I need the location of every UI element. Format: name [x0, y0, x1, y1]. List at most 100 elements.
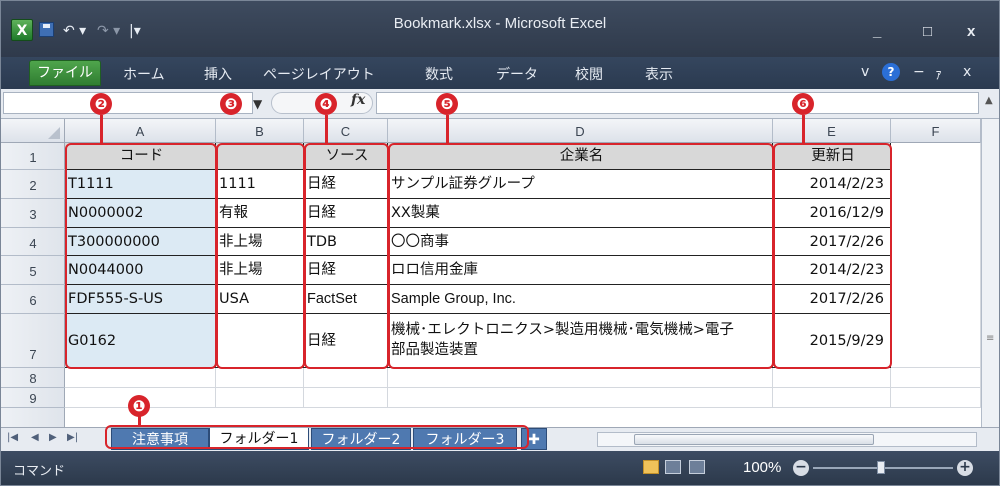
prev-sheet-icon[interactable]: ◀ [31, 432, 39, 443]
close-button[interactable]: x [967, 23, 975, 40]
row-header-9[interactable]: 9 [1, 388, 65, 408]
cell-e9[interactable] [773, 388, 891, 408]
cell-d5[interactable]: ロロ信用金庫 [388, 256, 773, 285]
cell-e8[interactable] [773, 368, 891, 388]
cell-d7[interactable]: 機械･エレクトロニクス>製造用機械･電気機械>電子部品製造装置 [388, 314, 773, 368]
cell-b6[interactable]: USA [216, 285, 304, 314]
formula-input[interactable] [376, 92, 979, 114]
doc-minimize-button[interactable]: − [913, 64, 925, 80]
cell-c8[interactable] [304, 368, 388, 388]
cell-e6[interactable]: 2017/2/26 [773, 285, 891, 314]
next-sheet-icon[interactable]: ▶ [49, 432, 57, 443]
zoom-out-button[interactable]: − [793, 460, 809, 476]
normal-view-icon[interactable] [643, 460, 659, 474]
cell-e2[interactable]: 2014/2/23 [773, 170, 891, 199]
row-header-8[interactable]: 8 [1, 368, 65, 388]
zoom-in-button[interactable]: + [957, 460, 973, 476]
cell-b8[interactable] [216, 368, 304, 388]
row-header-1[interactable]: 1 [1, 143, 65, 170]
vertical-scrollbar[interactable]: ≡ [981, 119, 999, 427]
select-all-corner[interactable] [1, 119, 65, 143]
tab-insert[interactable]: 挿入 [204, 64, 232, 84]
column-header-b[interactable]: B [216, 119, 304, 143]
tab-view[interactable]: 表示 [645, 64, 673, 84]
column-header-f[interactable]: F [891, 119, 981, 143]
tab-home[interactable]: ホーム [123, 64, 165, 84]
cell-b5[interactable]: 非上場 [216, 256, 304, 285]
worksheet-grid[interactable]: A B C D E F 1 2 3 4 5 6 7 8 9 コード ソース 企業… [1, 119, 981, 427]
cell-b1[interactable] [216, 143, 304, 170]
cell-f9[interactable] [891, 388, 981, 408]
last-sheet-icon[interactable]: ▶| [67, 432, 78, 443]
first-sheet-icon[interactable]: |◀ [7, 432, 18, 443]
cell-b7[interactable] [216, 314, 304, 368]
cell-c1[interactable]: ソース [304, 143, 388, 170]
cell-a5[interactable]: N0044000 [65, 256, 216, 285]
tab-data[interactable]: データ [496, 64, 538, 84]
cell-c2[interactable]: 日経 [304, 170, 388, 199]
minimize-button[interactable]: _ [873, 23, 881, 40]
doc-restore-button[interactable]: ｧ [935, 64, 942, 84]
cell-a8[interactable] [65, 368, 216, 388]
row-header-2[interactable]: 2 [1, 170, 65, 199]
sheet-tab-folder-3[interactable]: フォルダー3 [413, 428, 517, 450]
cell-a3[interactable]: N0000002 [65, 199, 216, 228]
column-f-cells[interactable] [891, 143, 981, 368]
row-header-3[interactable]: 3 [1, 199, 65, 228]
cell-d3[interactable]: XX製菓 [388, 199, 773, 228]
cell-c7[interactable]: 日経 [304, 314, 388, 368]
cell-f8[interactable] [891, 368, 981, 388]
maximize-button[interactable]: □ [923, 23, 932, 40]
row-header-5[interactable]: 5 [1, 256, 65, 285]
horizontal-scrollbar[interactable] [597, 432, 977, 447]
cell-e3[interactable]: 2016/12/9 [773, 199, 891, 228]
row-header-7[interactable]: 7 [1, 314, 65, 368]
cell-d2[interactable]: サンプル証券グループ [388, 170, 773, 199]
horizontal-scroll-thumb[interactable] [634, 434, 874, 445]
cell-c6[interactable]: FactSet [304, 285, 388, 314]
cell-c9[interactable] [304, 388, 388, 408]
help-icon[interactable]: ? [882, 63, 900, 81]
cell-b2[interactable]: 1111 [216, 170, 304, 199]
page-break-view-icon[interactable] [689, 460, 705, 474]
cell-a2[interactable]: T1111 [65, 170, 216, 199]
cell-d6[interactable]: Sample Group, Inc. [388, 285, 773, 314]
expand-formula-bar-icon[interactable]: ▲ [985, 95, 993, 106]
cell-e7[interactable]: 2015/9/29 [773, 314, 891, 368]
column-header-c[interactable]: C [304, 119, 388, 143]
ribbon-minimize-icon[interactable]: v [861, 64, 869, 80]
cell-b9[interactable] [216, 388, 304, 408]
cell-a1[interactable]: コード [65, 143, 216, 170]
zoom-level[interactable]: 100% [743, 459, 781, 476]
cell-c5[interactable]: 日経 [304, 256, 388, 285]
new-sheet-icon[interactable]: ✚ [521, 428, 547, 450]
cell-e5[interactable]: 2014/2/23 [773, 256, 891, 285]
cell-e1[interactable]: 更新日 [773, 143, 891, 170]
cell-b3[interactable]: 有報 [216, 199, 304, 228]
tab-file[interactable]: ファイル [29, 60, 101, 86]
cell-d8[interactable] [388, 368, 773, 388]
cell-a4[interactable]: T300000000 [65, 228, 216, 256]
cell-b4[interactable]: 非上場 [216, 228, 304, 256]
doc-close-button[interactable]: x [963, 64, 971, 80]
cell-e4[interactable]: 2017/2/26 [773, 228, 891, 256]
fx-icon[interactable]: fx [351, 92, 365, 108]
page-layout-view-icon[interactable] [665, 460, 681, 474]
column-header-e[interactable]: E [773, 119, 891, 143]
zoom-slider-thumb[interactable] [877, 461, 885, 474]
sheet-tab-notes[interactable]: 注意事項 [111, 428, 209, 450]
scroll-grip-icon[interactable]: ≡ [986, 333, 994, 344]
cell-c4[interactable]: TDB [304, 228, 388, 256]
cell-d9[interactable] [388, 388, 773, 408]
tab-review[interactable]: 校閲 [575, 64, 603, 84]
chevron-down-icon[interactable]: ▼ [253, 97, 262, 111]
column-header-a[interactable]: A [65, 119, 216, 143]
sheet-tab-folder-2[interactable]: フォルダー2 [311, 428, 411, 450]
cell-d4[interactable]: 〇〇商事 [388, 228, 773, 256]
cell-a6[interactable]: FDF555-S-US [65, 285, 216, 314]
sheet-tab-folder-1[interactable]: フォルダー1 [209, 428, 309, 450]
cell-a7[interactable]: G0162 [65, 314, 216, 368]
name-box[interactable] [3, 92, 253, 114]
row-header-6[interactable]: 6 [1, 285, 65, 314]
row-header-4[interactable]: 4 [1, 228, 65, 256]
